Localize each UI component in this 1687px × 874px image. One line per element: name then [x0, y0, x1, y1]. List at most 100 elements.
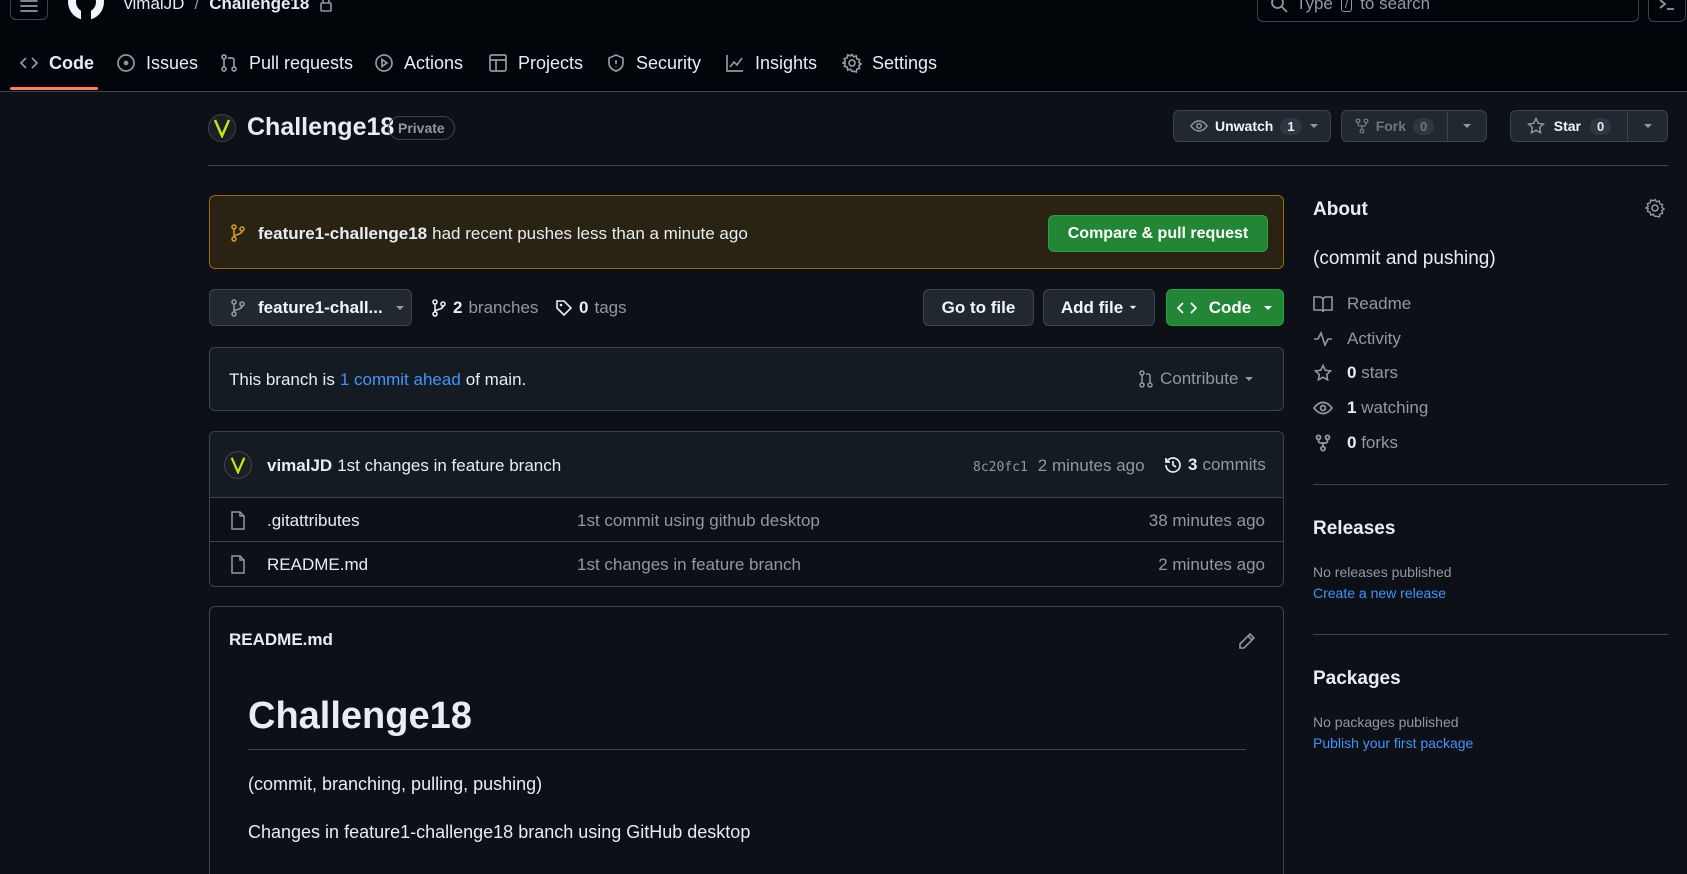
file-row[interactable]: .gitattributes 1st commit using github d…	[210, 497, 1283, 541]
releases-heading[interactable]: Releases	[1313, 518, 1395, 540]
file-name[interactable]: .gitattributes	[267, 511, 360, 531]
hamburger-icon	[20, 0, 38, 12]
star-label: Star	[1553, 118, 1581, 134]
lock-icon	[320, 0, 333, 12]
git-pull-request-icon	[221, 54, 237, 72]
sidebar-divider	[1313, 634, 1668, 635]
file-row[interactable]: README.md 1st changes in feature branch …	[210, 541, 1283, 586]
caret-down-icon	[1309, 124, 1318, 128]
branches-link[interactable]: 2 branches	[431, 298, 538, 318]
author-avatar[interactable]	[224, 451, 252, 479]
readme-link[interactable]: Readme	[1313, 294, 1411, 314]
fork-label: Fork	[1375, 118, 1407, 134]
readme-box: README.md Challenge18 (commit, branching…	[209, 606, 1284, 874]
stars-link[interactable]: 0 stars	[1313, 363, 1398, 383]
tags-link[interactable]: 0 tags	[555, 298, 627, 318]
releases-empty-text: No releases published	[1313, 564, 1452, 580]
star-count: 0	[1590, 117, 1612, 135]
about-settings-button[interactable]	[1645, 198, 1669, 222]
packages-heading[interactable]: Packages	[1313, 668, 1401, 690]
file-icon	[231, 555, 245, 574]
readme-filename[interactable]: README.md	[229, 630, 333, 650]
tag-icon	[556, 300, 573, 317]
readme-paragraph: (commit, branching, pulling, pushing)	[248, 774, 543, 794]
readme-title: Challenge18	[248, 695, 472, 737]
code-button[interactable]: Code	[1166, 289, 1284, 326]
file-icon	[231, 511, 245, 530]
search-input[interactable]: Type / to search	[1257, 0, 1639, 22]
commits-history-link[interactable]: 3 commits	[1163, 455, 1266, 475]
edit-readme-button[interactable]	[1233, 627, 1261, 655]
tab-pull-requests-label: Pull requests	[249, 52, 354, 73]
forks-link[interactable]: 0 forks	[1313, 433, 1398, 453]
branch-status-suffix: of main.	[465, 370, 527, 389]
tab-pull-requests[interactable]: Pull requests	[219, 46, 353, 80]
tab-actions-label: Actions	[404, 52, 464, 73]
go-to-file-button[interactable]: Go to file	[923, 289, 1034, 326]
fork-dropdown-button[interactable]	[1447, 110, 1487, 142]
compare-pull-request-button[interactable]: Compare & pull request	[1048, 215, 1268, 252]
file-commit-time: 38 minutes ago	[1148, 511, 1265, 530]
eye-icon	[1313, 401, 1333, 415]
create-release-link[interactable]: Create a new release	[1313, 585, 1446, 601]
file-commit-message[interactable]: 1st changes in feature branch	[577, 555, 801, 575]
play-icon	[375, 54, 393, 72]
repo-avatar[interactable]	[208, 114, 236, 142]
watching-label: watching	[1361, 398, 1429, 417]
tab-security[interactable]: Security	[606, 46, 701, 80]
global-header: vimalJD / Challenge18 Type / to search C…	[0, 0, 1687, 92]
tab-code[interactable]: Code	[19, 46, 94, 80]
file-commit-time: 2 minutes ago	[1158, 555, 1265, 574]
tab-insights[interactable]: Insights	[725, 46, 817, 80]
caret-down-icon	[1463, 124, 1471, 128]
readme-title-divider	[248, 749, 1246, 750]
menu-button[interactable]	[10, 0, 48, 20]
pushed-branch-name[interactable]: feature1-challenge18	[258, 224, 427, 244]
search-placeholder-pre: Type	[1296, 0, 1333, 13]
tab-projects[interactable]: Projects	[488, 46, 583, 80]
shield-icon	[608, 54, 624, 72]
watching-link[interactable]: 1 watching	[1313, 398, 1428, 418]
star-dropdown-button[interactable]	[1627, 110, 1668, 142]
tab-code-label: Code	[49, 52, 94, 73]
unwatch-button[interactable]: Unwatch 1	[1173, 110, 1331, 142]
github-logo-icon[interactable]	[66, 0, 106, 22]
search-icon	[1271, 0, 1288, 13]
about-heading: About	[1313, 199, 1368, 220]
file-list: vimalJD 1st changes in feature branch 8c…	[209, 431, 1284, 587]
terminal-icon	[1659, 0, 1674, 10]
sidebar-divider	[1313, 484, 1668, 485]
add-file-button[interactable]: Add file	[1043, 289, 1155, 326]
table-icon	[489, 54, 507, 72]
commit-sha[interactable]: 8c20fc1	[973, 460, 1028, 475]
tab-projects-label: Projects	[518, 52, 584, 73]
contribute-button[interactable]: Contribute	[1138, 369, 1254, 389]
tab-settings[interactable]: Settings	[842, 46, 937, 80]
commit-author[interactable]: vimalJD	[267, 456, 332, 476]
book-icon	[1313, 296, 1333, 313]
fork-button[interactable]: Fork 0	[1341, 110, 1448, 142]
search-shortcut-key: /	[1340, 0, 1353, 12]
push-message: had recent pushes less than a minute ago	[432, 224, 748, 243]
publish-package-link[interactable]: Publish your first package	[1313, 735, 1473, 751]
file-commit-message[interactable]: 1st commit using github desktop	[577, 511, 820, 531]
repo-title[interactable]: Challenge18	[247, 113, 394, 142]
commits-ahead-link[interactable]: 1 commit ahead	[340, 370, 461, 390]
activity-link[interactable]: Activity	[1313, 329, 1401, 349]
repo-link[interactable]: Challenge18	[209, 0, 309, 14]
caret-down-icon	[1245, 377, 1254, 381]
unwatch-label: Unwatch	[1215, 118, 1274, 134]
gear-icon	[842, 53, 862, 73]
branch-select-button[interactable]: feature1-chall...	[209, 289, 412, 326]
command-palette-button[interactable]	[1648, 0, 1686, 22]
repo-forked-icon	[1355, 118, 1369, 134]
tab-issues[interactable]: Issues	[116, 46, 198, 80]
tab-actions[interactable]: Actions	[374, 46, 463, 80]
file-name[interactable]: README.md	[267, 555, 368, 575]
activity-link-label: Activity	[1347, 329, 1401, 348]
search-placeholder-post: to search	[1360, 0, 1431, 13]
owner-link[interactable]: vimalJD	[124, 0, 184, 14]
repo-description: (commit and pushing)	[1313, 248, 1496, 269]
star-button[interactable]: Star 0	[1510, 110, 1628, 142]
commit-message[interactable]: 1st changes in feature branch	[337, 456, 561, 476]
